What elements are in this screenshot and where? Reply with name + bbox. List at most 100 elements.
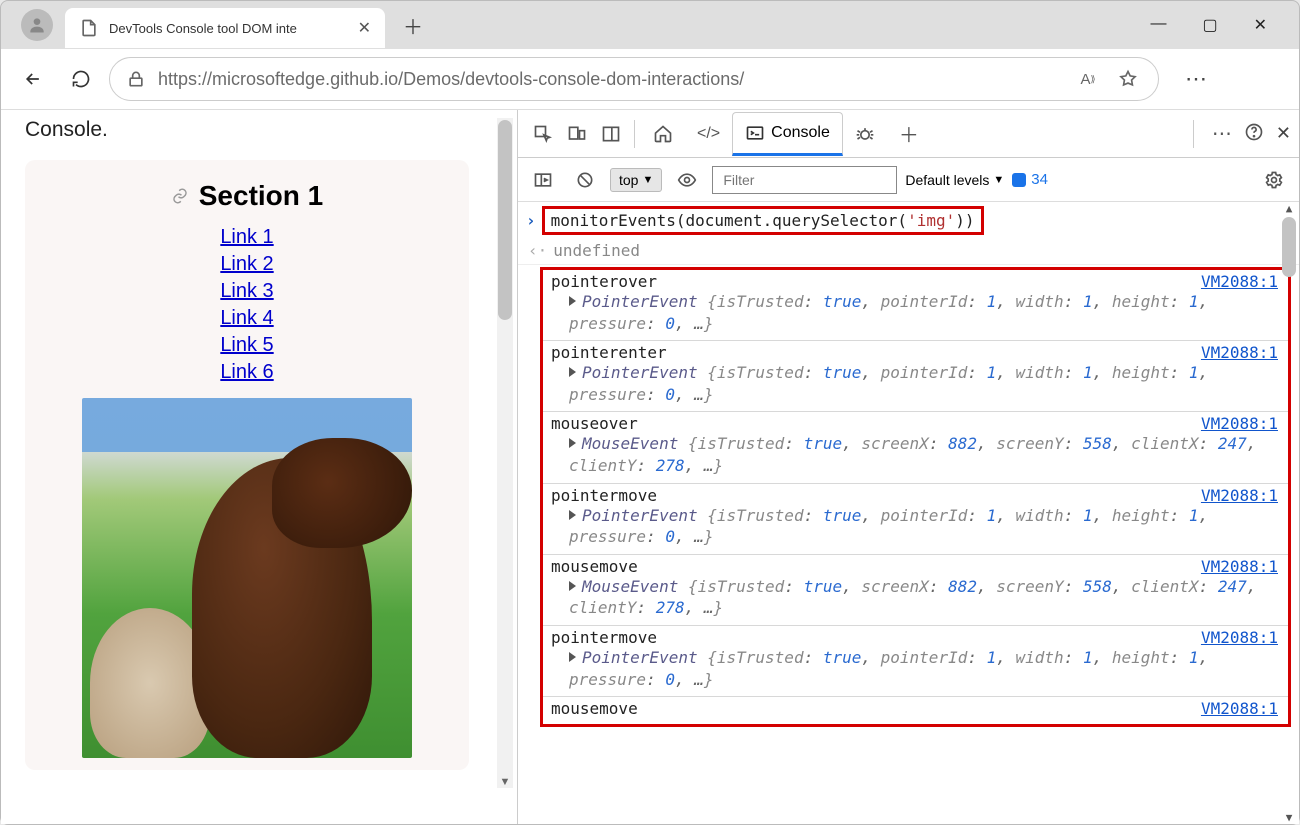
console-prompt-icon: › bbox=[526, 211, 536, 230]
console-log-entry[interactable]: mousemove VM2088:1 bbox=[543, 696, 1288, 724]
event-name: mouseover bbox=[551, 414, 1280, 433]
lock-icon bbox=[126, 69, 146, 89]
devtools-tabstrip: </> Console ＋ ⋯ ✕ bbox=[518, 110, 1299, 158]
console-log-entry[interactable]: mousemove VM2088:1 MouseEvent {isTrusted… bbox=[543, 554, 1288, 625]
addressbar[interactable]: https://microsoftedge.github.io/Demos/de… bbox=[109, 57, 1159, 101]
tab-sources[interactable] bbox=[843, 112, 887, 156]
dock-icon bbox=[601, 124, 621, 144]
expand-triangle-icon[interactable] bbox=[569, 367, 576, 377]
source-link[interactable]: VM2088:1 bbox=[1201, 699, 1278, 718]
console-toolbar: top ▼ Default levels ▼ 34 bbox=[518, 158, 1299, 202]
issues-button[interactable]: 34 bbox=[1012, 171, 1048, 188]
more-tabs-button[interactable]: ＋ bbox=[887, 112, 931, 156]
scroll-down-arrow[interactable]: ▼ bbox=[500, 776, 511, 788]
scroll-thumb[interactable] bbox=[498, 120, 512, 320]
back-button[interactable] bbox=[13, 59, 53, 99]
source-link[interactable]: VM2088:1 bbox=[1201, 343, 1278, 362]
favorite-button[interactable] bbox=[1114, 65, 1142, 93]
read-aloud-icon[interactable]: A⟫ bbox=[1074, 65, 1102, 93]
log-levels-selector[interactable]: Default levels ▼ bbox=[905, 172, 1004, 188]
return-arrow-icon: ‹· bbox=[528, 241, 547, 260]
scroll-up-arrow[interactable]: ▲ bbox=[1286, 202, 1293, 215]
tab-title: DevTools Console tool DOM inte bbox=[109, 21, 348, 36]
console-log-entry[interactable]: pointerenter VM2088:1 PointerEvent {isTr… bbox=[543, 340, 1288, 411]
section-title-text: Section 1 bbox=[199, 180, 323, 212]
expand-triangle-icon[interactable] bbox=[569, 652, 576, 662]
arrow-left-icon bbox=[23, 69, 43, 89]
inspect-icon bbox=[533, 124, 553, 144]
section-card: Section 1 Link 1 Link 2 Link 3 Link 4 Li… bbox=[25, 160, 469, 770]
event-name: mousemove bbox=[551, 557, 1280, 576]
return-value: undefined bbox=[553, 241, 640, 260]
clear-console-button[interactable] bbox=[568, 163, 602, 197]
inspect-element-button[interactable] bbox=[526, 117, 560, 151]
browser-tab-active[interactable]: DevTools Console tool DOM inte ✕ bbox=[65, 8, 385, 48]
event-name: pointermove bbox=[551, 628, 1280, 647]
star-icon bbox=[1118, 69, 1138, 89]
source-link[interactable]: VM2088:1 bbox=[1201, 628, 1278, 647]
link-item[interactable]: Link 4 bbox=[220, 307, 273, 330]
console-filter-input[interactable] bbox=[712, 166, 897, 194]
new-tab-button[interactable]: ＋ bbox=[397, 9, 429, 41]
titlebar: DevTools Console tool DOM inte ✕ ＋ — ▢ ✕ bbox=[1, 1, 1299, 49]
link-item[interactable]: Link 5 bbox=[220, 334, 273, 357]
gear-icon bbox=[1264, 170, 1284, 190]
window-controls: — ▢ ✕ bbox=[1150, 15, 1291, 35]
scroll-thumb[interactable] bbox=[1282, 217, 1296, 277]
tab-close-button[interactable]: ✕ bbox=[358, 18, 371, 38]
link-item[interactable]: Link 6 bbox=[220, 361, 273, 384]
page-scrollbar[interactable]: ▼ bbox=[497, 118, 513, 788]
source-link[interactable]: VM2088:1 bbox=[1201, 414, 1278, 433]
device-emulation-button[interactable] bbox=[560, 117, 594, 151]
expand-triangle-icon[interactable] bbox=[569, 296, 576, 306]
issues-icon bbox=[1012, 173, 1026, 187]
context-selector[interactable]: top ▼ bbox=[610, 168, 662, 192]
source-link[interactable]: VM2088:1 bbox=[1201, 272, 1278, 291]
source-link[interactable]: VM2088:1 bbox=[1201, 486, 1278, 505]
devtools-menu-button[interactable]: ⋯ bbox=[1212, 121, 1232, 146]
console-scrollbar[interactable]: ▲ ▼ bbox=[1281, 202, 1297, 824]
console-log-entry[interactable]: pointermove VM2088:1 PointerEvent {isTru… bbox=[543, 483, 1288, 554]
maximize-button[interactable]: ▢ bbox=[1202, 15, 1217, 35]
browser-menu-button[interactable]: ⋯ bbox=[1167, 66, 1225, 92]
bug-icon bbox=[855, 124, 875, 144]
link-item[interactable]: Link 1 bbox=[220, 226, 273, 249]
tab-console[interactable]: Console bbox=[732, 112, 843, 156]
console-log-entry[interactable]: pointermove VM2088:1 PointerEvent {isTru… bbox=[543, 625, 1288, 696]
console-return-row: ‹· undefined bbox=[518, 239, 1299, 265]
reload-button[interactable] bbox=[61, 59, 101, 99]
sidebar-icon bbox=[533, 170, 553, 190]
minimize-button[interactable]: — bbox=[1150, 15, 1166, 35]
tab-welcome[interactable] bbox=[641, 112, 685, 156]
event-name: pointerover bbox=[551, 272, 1280, 291]
scroll-down-arrow[interactable]: ▼ bbox=[1286, 811, 1293, 824]
eye-icon bbox=[677, 170, 697, 190]
devtools-close-button[interactable]: ✕ bbox=[1276, 123, 1291, 144]
url-text: https://microsoftedge.github.io/Demos/de… bbox=[158, 69, 1062, 90]
tab-elements[interactable]: </> bbox=[685, 112, 732, 156]
context-label: top bbox=[619, 172, 638, 188]
console-settings-button[interactable] bbox=[1257, 163, 1291, 197]
source-link[interactable]: VM2088:1 bbox=[1201, 557, 1278, 576]
expand-triangle-icon[interactable] bbox=[569, 581, 576, 591]
expand-triangle-icon[interactable] bbox=[569, 510, 576, 520]
console-input-row[interactable]: › monitorEvents(document.querySelector('… bbox=[518, 202, 1299, 239]
help-button[interactable] bbox=[1244, 122, 1264, 145]
chevron-down-icon: ▼ bbox=[642, 174, 653, 186]
profile-avatar[interactable] bbox=[21, 9, 53, 41]
addressbar-row: https://microsoftedge.github.io/Demos/de… bbox=[1, 49, 1299, 109]
link-item[interactable]: Link 3 bbox=[220, 280, 273, 303]
tab-console-label: Console bbox=[771, 124, 830, 142]
events-highlight-box: pointerover VM2088:1 PointerEvent {isTru… bbox=[540, 267, 1291, 727]
sidebar-toggle-button[interactable] bbox=[526, 163, 560, 197]
expand-triangle-icon[interactable] bbox=[569, 438, 576, 448]
close-window-button[interactable]: ✕ bbox=[1254, 15, 1267, 35]
console-log-entry[interactable]: mouseover VM2088:1 MouseEvent {isTrusted… bbox=[543, 411, 1288, 482]
live-expression-button[interactable] bbox=[670, 163, 704, 197]
dock-side-button[interactable] bbox=[594, 117, 628, 151]
link-item[interactable]: Link 2 bbox=[220, 253, 273, 276]
console-log-entry[interactable]: pointerover VM2088:1 PointerEvent {isTru… bbox=[543, 270, 1288, 340]
issues-count-label: 34 bbox=[1031, 171, 1048, 188]
devtools-pane: </> Console ＋ ⋯ ✕ bbox=[517, 110, 1299, 824]
page-image[interactable] bbox=[82, 398, 412, 758]
